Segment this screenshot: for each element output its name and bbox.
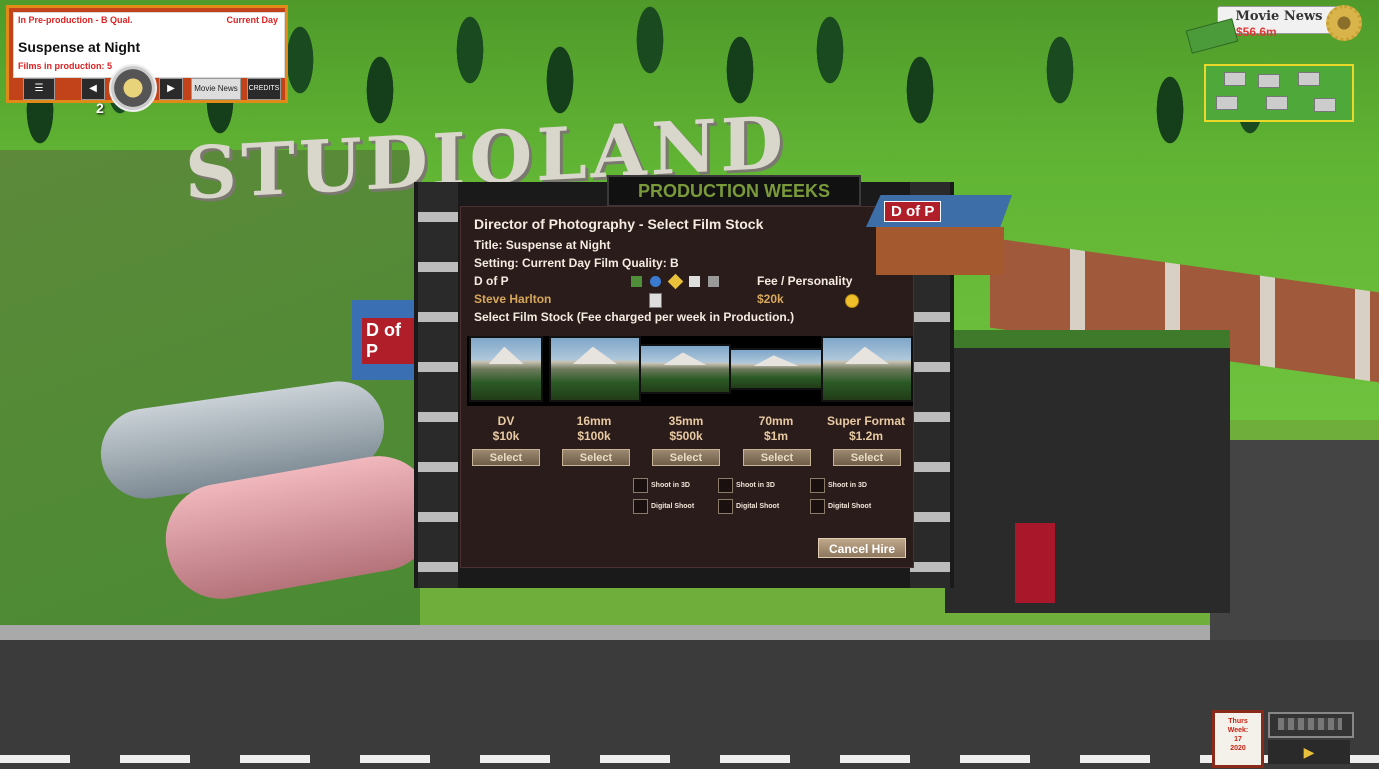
shoot-3d-checkbox-70mm[interactable] (718, 478, 733, 493)
film-reel-icon[interactable] (109, 64, 157, 112)
setting-quality: Setting: Current Day Film Quality: B (474, 256, 679, 270)
select-70mm-button[interactable]: Select (743, 449, 811, 466)
preview-35mm (639, 344, 731, 394)
stock-price: $500k (669, 429, 703, 443)
dofp-header: D of P (474, 274, 509, 288)
stock-super-format: Super Format $1.2m (821, 414, 911, 443)
film-sprockets-left (418, 182, 458, 588)
film-title: Title: Suspense at Night (474, 238, 611, 252)
road (0, 640, 1379, 769)
stock-price: $1.2m (848, 429, 884, 443)
next-film-button[interactable]: ▶ (159, 78, 183, 100)
stock-name: 16mm (576, 414, 612, 428)
films-in-production: Films in production: 5 (18, 61, 112, 71)
side-road (1210, 440, 1379, 640)
minimap-building (1314, 98, 1336, 112)
calendar-week: 17 (1234, 736, 1242, 743)
film-stock-dialog: Director of Photography - Select Film St… (460, 206, 914, 568)
select-35mm-button[interactable]: Select (652, 449, 720, 466)
production-banner: PRODUCTION WEEKS (607, 175, 861, 207)
production-count-badge: 2 (96, 100, 104, 116)
stock-name: DV (497, 414, 515, 428)
minimap[interactable] (1204, 64, 1354, 122)
cancel-hire-button[interactable]: Cancel Hire (818, 538, 906, 558)
stock-price: $100k (577, 429, 611, 443)
money-balance: $56.6m (1236, 25, 1277, 39)
stock-name: 35mm (668, 414, 704, 428)
screen-icon (631, 276, 642, 288)
document-icon (689, 276, 701, 288)
diamond-icon (667, 274, 683, 290)
stock-name: Super Format (826, 414, 905, 428)
minimap-building (1266, 96, 1288, 110)
film-stock-previews (467, 336, 913, 406)
digital-shoot-checkbox-super-format[interactable] (810, 499, 825, 514)
digital-shoot-checkbox-70mm[interactable] (718, 499, 733, 514)
stock-name: 70mm (758, 414, 794, 428)
shoot-3d-label: Shoot in 3D (651, 482, 690, 489)
prev-film-button[interactable]: ◀ (81, 78, 105, 100)
select-dv-button[interactable]: Select (472, 449, 540, 466)
script-icon[interactable]: ☰ (23, 78, 55, 100)
road-markings (0, 755, 1379, 763)
shoot-3d-label: Shoot in 3D (736, 482, 775, 489)
production-controls: ☰ ◀ ▶ Movie News CREDITS (9, 64, 285, 112)
fee-personality-header: Fee / Personality (757, 274, 853, 288)
stock-70mm: 70mm $1m (731, 414, 821, 443)
production-status: In Pre-production - B Qual. (18, 15, 133, 25)
globe-icon (650, 276, 662, 288)
production-title: Suspense at Night (18, 39, 141, 55)
skill-icons (631, 274, 722, 290)
smiley-icon (845, 294, 859, 308)
stock-price: $10k (492, 429, 520, 443)
dofp-house-icon: D of P (866, 195, 1012, 275)
calendar-year: 2020 (1230, 745, 1246, 752)
game-speed-slider[interactable] (1268, 712, 1354, 738)
preview-dv (469, 336, 543, 402)
digital-shoot-label: Digital Shoot (651, 503, 695, 510)
candidate-fee: $20k (757, 292, 784, 306)
gear-icon[interactable] (1326, 5, 1362, 41)
minimap-building (1258, 74, 1280, 88)
preview-70mm (729, 348, 823, 390)
digital-shoot-label: Digital Shoot (736, 503, 780, 510)
dofp-building-label: D of P (362, 318, 420, 364)
calendar-week-label: Week: (1227, 727, 1249, 734)
play-button[interactable]: ▶ (1268, 740, 1350, 764)
minimap-building (1224, 72, 1246, 86)
shoot-3d-label: Shoot in 3D (828, 482, 867, 489)
dialog-title: Director of Photography - Select Film St… (474, 216, 764, 232)
dofp-house-label: D of P (884, 201, 942, 222)
production-panel: In Pre-production - B Qual. Current Day … (6, 5, 288, 112)
preview-16mm (549, 336, 641, 402)
production-setting: Current Day (226, 15, 278, 25)
minimap-building (1298, 72, 1320, 86)
dofp-building-left[interactable]: D of P (352, 300, 420, 380)
stock-instruction: Select Film Stock (Fee charged per week … (474, 310, 795, 324)
stock-16mm: 16mm $100k (549, 414, 639, 443)
shoot-3d-checkbox-super-format[interactable] (810, 478, 825, 493)
calendar[interactable]: Thurs Week: 17 2020 (1212, 710, 1264, 768)
candidate-name[interactable]: Steve Harlton (474, 292, 551, 306)
dofp-building-3d[interactable] (945, 330, 1230, 613)
preview-super-format (821, 336, 913, 402)
production-card[interactable]: In Pre-production - B Qual. Current Day … (13, 12, 285, 78)
stock-35mm: 35mm $500k (641, 414, 731, 443)
calendar-day: Thurs (1228, 718, 1248, 725)
digital-shoot-checkbox-35mm[interactable] (633, 499, 648, 514)
stock-price: $1m (763, 429, 789, 443)
movie-news-button[interactable]: Movie News (191, 78, 241, 100)
candidate-rank-icon (649, 293, 662, 308)
select-16mm-button[interactable]: Select (562, 449, 630, 466)
select-super-format-button[interactable]: Select (833, 449, 901, 466)
stock-dv: DV $10k (461, 414, 551, 443)
trophy-icon (708, 276, 720, 288)
credits-button[interactable]: CREDITS (247, 78, 281, 100)
house-body (876, 227, 1004, 275)
shoot-3d-checkbox-35mm[interactable] (633, 478, 648, 493)
minimap-building (1216, 96, 1238, 110)
digital-shoot-label: Digital Shoot (828, 503, 872, 510)
